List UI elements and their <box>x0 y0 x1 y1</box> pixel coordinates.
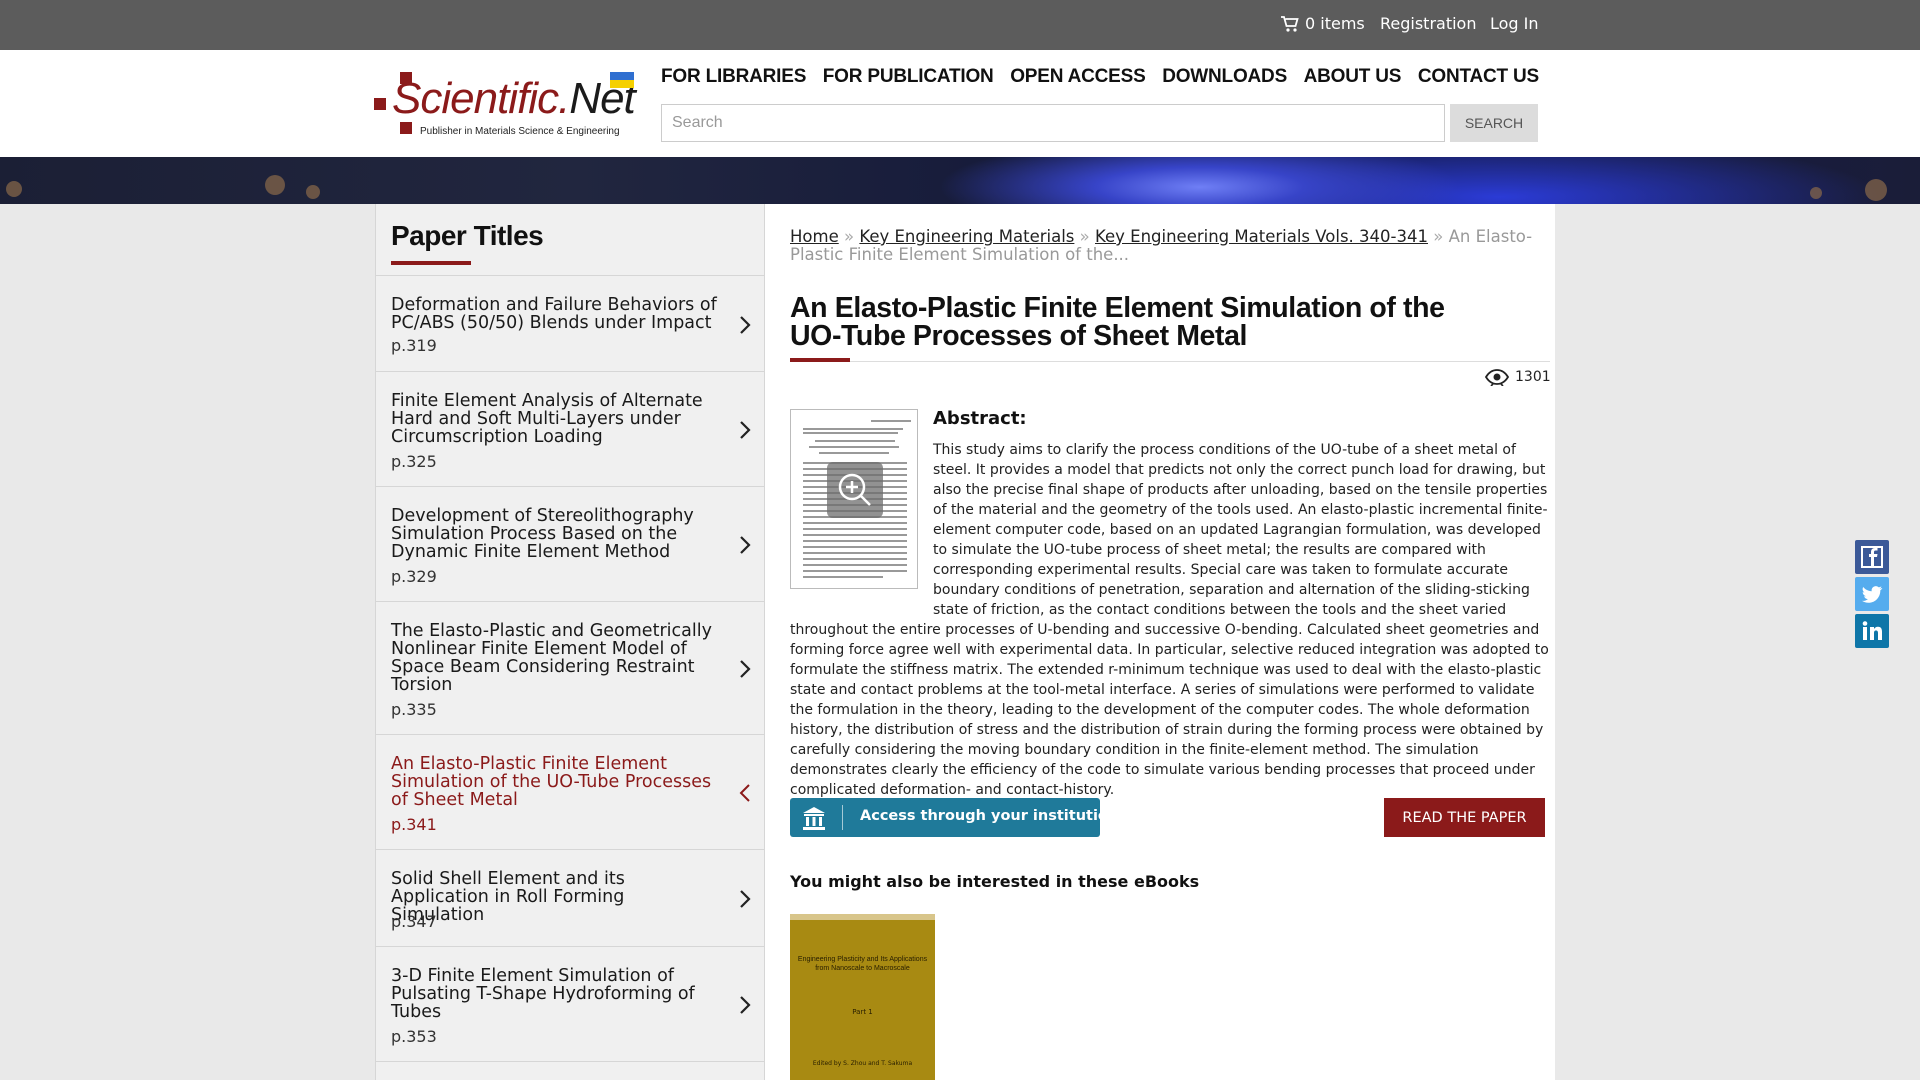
sidebar-item[interactable]: The Elasto-Plastic and Geometrically Non… <box>376 602 766 735</box>
sidebar-item-page: p.329 <box>391 567 437 586</box>
facebook-icon[interactable] <box>1855 540 1889 574</box>
sidebar-item-title: The Elasto-Plastic and Geometrically Non… <box>391 621 712 695</box>
sidebar-item-active[interactable]: An Elasto-Plastic Finite Element Simulat… <box>376 735 766 850</box>
sidebar-item-page: p.325 <box>391 452 437 471</box>
sidebar-item-title: Development of Stereolithography Simulat… <box>391 506 694 562</box>
chevron-right-icon <box>740 660 751 678</box>
header-banner-image <box>0 157 1920 204</box>
login-link[interactable]: Log In <box>1490 14 1539 33</box>
nav-about-us[interactable]: ABOUT US <box>1304 66 1402 88</box>
view-count: 1301 <box>1485 368 1551 386</box>
ebook-editors: Edited by S. Zhou and T. Sakuma <box>812 1060 913 1067</box>
paper-detail: Home » Key Engineering Materials » Key E… <box>765 204 1555 1080</box>
sidebar-item-page: p.319 <box>391 336 437 355</box>
cart-link[interactable]: 0 items <box>1280 14 1365 33</box>
sidebar-item-page: p.347 <box>391 912 437 931</box>
breadcrumb: Home » Key Engineering Materials » Key E… <box>790 227 1533 264</box>
view-count-value: 1301 <box>1515 369 1551 385</box>
ebook-title: Engineering Plasticity and Its Applicati… <box>797 956 928 972</box>
ebook-part: Part 1 <box>852 1008 873 1016</box>
chevron-right-icon <box>740 421 751 439</box>
site-logo[interactable]: Scientific.Net Publisher in Materials Sc… <box>374 68 636 142</box>
divider <box>850 361 1550 362</box>
sidebar-item[interactable]: Deformation and Failure Behaviors of PC/… <box>376 276 766 372</box>
title-underline <box>391 261 471 265</box>
nav-open-access[interactable]: OPEN ACCESS <box>1010 66 1146 88</box>
sidebar-item-page: p.335 <box>391 700 437 719</box>
chevron-right-icon <box>740 996 751 1014</box>
paper-title: An Elasto-Plastic Finite Element Simulat… <box>790 292 1445 352</box>
sidebar-title: Paper Titles <box>391 220 544 251</box>
twitter-icon[interactable] <box>1855 577 1889 611</box>
logo-name: Scientific.Net <box>392 74 636 123</box>
search-input[interactable] <box>661 104 1445 142</box>
sidebar-item-title: 3-D Finite Element Simulation of Pulsati… <box>391 966 695 1022</box>
cart-icon <box>1281 15 1299 32</box>
chevron-right-icon <box>740 890 751 908</box>
main-nav: FOR LIBRARIES FOR PUBLICATION OPEN ACCES… <box>661 66 1539 88</box>
sidebar-item-page: p.341 <box>391 815 437 834</box>
chevron-right-icon <box>740 316 751 334</box>
access-institution-label: Access through your institution <box>860 808 1119 824</box>
sidebar-item-title: Finite Element Analysis of Alternate Har… <box>391 391 703 447</box>
ukraine-flag-icon <box>610 72 634 88</box>
sidebar-item-page: p.353 <box>391 1027 437 1046</box>
read-paper-button[interactable]: READ THE PAPER <box>1384 798 1545 837</box>
linkedin-icon[interactable] <box>1855 614 1889 648</box>
sidebar-item-title: An Elasto-Plastic Finite Element Simulat… <box>391 754 712 810</box>
sidebar-item[interactable]: Development of Stereolithography Simulat… <box>376 487 766 602</box>
top-bar: 0 items Registration Log In <box>0 0 1920 50</box>
nav-downloads[interactable]: DOWNLOADS <box>1162 66 1287 88</box>
sidebar-item-title: Solid Shell Element and its Application … <box>391 869 625 925</box>
site-header: Scientific.Net Publisher in Materials Sc… <box>0 50 1920 157</box>
ebook-cover[interactable]: Engineering Plasticity and Its Applicati… <box>790 914 935 1080</box>
nav-for-publication[interactable]: FOR PUBLICATION <box>823 66 994 88</box>
search-button[interactable]: SEARCH <box>1450 104 1538 142</box>
nav-contact-us[interactable]: CONTACT US <box>1418 66 1539 88</box>
ebooks-heading: You might also be interested in these eB… <box>790 872 1200 891</box>
sidebar-item[interactable]: Finite Element Analysis of Alternate Har… <box>376 372 766 487</box>
breadcrumb-home[interactable]: Home <box>790 227 839 246</box>
abstract-heading: Abstract: <box>933 408 1027 429</box>
breadcrumb-volume[interactable]: Key Engineering Materials Vols. 340-341 <box>1095 227 1428 246</box>
logo-tagline: Publisher in Materials Science & Enginee… <box>420 126 620 137</box>
sidebar-item[interactable]: Solid Shell Element and its Application … <box>376 850 766 947</box>
abstract-body: This study aims to clarify the process c… <box>790 442 1549 798</box>
registration-link[interactable]: Registration <box>1380 14 1476 33</box>
chevron-left-icon <box>739 784 750 802</box>
paper-titles-sidebar: Paper Titles Deformation and Failure Beh… <box>375 204 766 1080</box>
sidebar-item-title: Deformation and Failure Behaviors of PC/… <box>391 295 717 333</box>
cart-count: 0 items <box>1305 14 1365 33</box>
access-institution-button[interactable]: Access through your institution <box>790 798 1118 837</box>
institution-icon <box>803 807 825 830</box>
title-underline <box>790 358 850 362</box>
eye-icon <box>1485 369 1509 386</box>
breadcrumb-journal[interactable]: Key Engineering Materials <box>859 227 1074 246</box>
logo-square <box>374 98 386 110</box>
sidebar-item[interactable]: 3-D Finite Element Simulation of Pulsati… <box>376 947 766 1062</box>
nav-for-libraries[interactable]: FOR LIBRARIES <box>661 66 806 88</box>
chevron-right-icon <box>740 536 751 554</box>
